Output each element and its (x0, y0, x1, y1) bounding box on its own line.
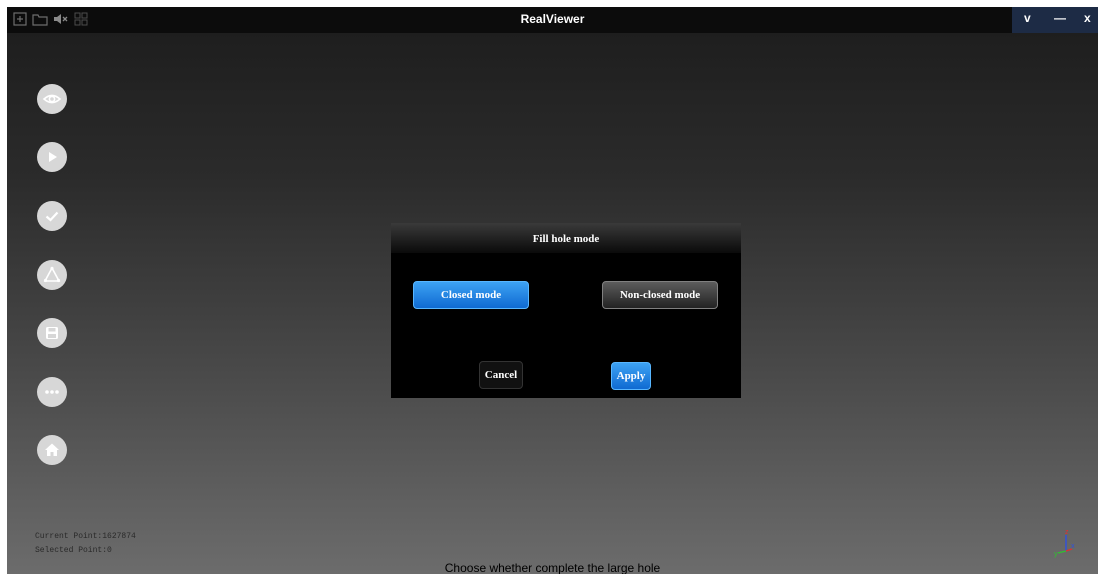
app-window: RealViewer v — x Current Point:1627874 S… (7, 7, 1098, 574)
window-controls: v — x (1012, 7, 1098, 33)
selected-point-text: Selected Point:0 (35, 546, 112, 555)
cancel-button[interactable]: Cancel (479, 361, 523, 389)
check-icon (45, 211, 59, 222)
sidebar-item-confirm[interactable] (37, 201, 67, 231)
sidebar-item-view[interactable] (37, 84, 67, 114)
axis-gizmo: z y x (1054, 529, 1075, 558)
more-icon (45, 390, 59, 394)
apply-button[interactable]: Apply (611, 362, 651, 390)
fill-hole-dialog: Fill hole mode Closed mode Non-closed mo… (391, 223, 741, 398)
triangle-mesh-icon (43, 266, 61, 283)
sidebar-item-play[interactable] (37, 142, 67, 172)
current-point-text: Current Point:1627874 (35, 532, 136, 541)
sidebar-item-mesh[interactable] (37, 260, 67, 290)
eye-icon (42, 94, 62, 104)
status-panel: Current Point:1627874 Selected Point:0 (35, 530, 136, 558)
dropdown-button[interactable]: v (1024, 11, 1031, 25)
axis-y-line (1057, 550, 1067, 554)
axis-y-label: y (1054, 551, 1058, 558)
closed-mode-button[interactable]: Closed mode (413, 281, 529, 309)
minimize-button[interactable]: — (1054, 11, 1066, 25)
app-title: RealViewer (520, 12, 585, 26)
save-icon (46, 327, 58, 339)
dialog-header: Fill hole mode (391, 223, 741, 253)
home-icon (45, 443, 59, 456)
hint-text: Choose whether complete the large hole (444, 561, 661, 574)
axis-z-label: z (1065, 529, 1069, 536)
non-closed-mode-button[interactable]: Non-closed mode (602, 281, 718, 309)
title-bar: RealViewer v — x (7, 7, 1098, 33)
dialog-title: Fill hole mode (532, 233, 600, 245)
sidebar-item-save[interactable] (37, 318, 67, 348)
axis-x-label: x (1071, 543, 1075, 550)
play-icon (49, 152, 57, 162)
sidebar-item-more[interactable] (37, 377, 67, 407)
close-button[interactable]: x (1084, 11, 1091, 25)
sidebar-item-home[interactable] (37, 435, 67, 465)
